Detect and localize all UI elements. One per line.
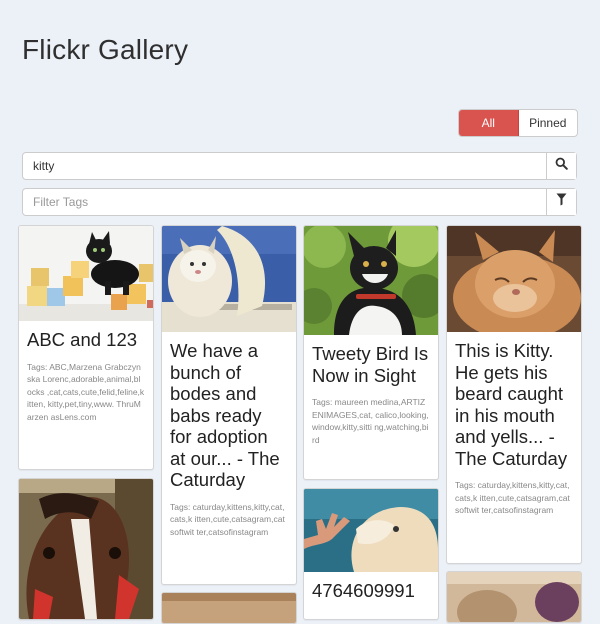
gallery-card[interactable]: 4764609991 xyxy=(303,488,439,620)
card-image xyxy=(447,226,581,332)
card-image xyxy=(19,226,153,321)
card-title: Tweety Bird Is Now in Sight xyxy=(312,343,429,386)
all-button[interactable]: All xyxy=(459,110,519,136)
filter-icon xyxy=(556,193,567,211)
gallery-card[interactable]: Tweety Bird Is Now in Sight Tags: mauree… xyxy=(303,225,439,480)
card-image xyxy=(19,479,153,619)
search-input[interactable] xyxy=(23,153,546,179)
tag-filter-input[interactable] xyxy=(23,189,546,215)
gallery-card[interactable] xyxy=(446,571,582,623)
page-title: Flickr Gallery xyxy=(22,34,189,65)
gallery-card[interactable] xyxy=(18,478,154,620)
card-title: We have a bunch of bodes and babs ready … xyxy=(170,340,280,490)
filter-button[interactable] xyxy=(546,189,576,215)
card-tags: Tags: caturday,kittens,kitty,cat,cats,k … xyxy=(455,480,570,515)
card-image xyxy=(304,226,438,335)
search-button[interactable] xyxy=(546,153,576,179)
card-tags: Tags: maureen medina,ARTIZENIMAGES,cat, … xyxy=(312,397,429,445)
gallery-card[interactable]: ABC and 123 Tags: ABC,Marzena Grabczynsk… xyxy=(18,225,154,470)
search-icon xyxy=(555,157,568,175)
gallery-card[interactable] xyxy=(161,592,297,624)
pinned-button[interactable]: Pinned xyxy=(519,110,578,136)
card-tags: Tags: ABC,Marzena Grabczynska Lorenc,ado… xyxy=(27,361,145,422)
card-image xyxy=(162,593,296,623)
card-title: ABC and 123 xyxy=(27,329,138,350)
card-tags: Tags: caturday,kittens,kitty,cat,cats,k … xyxy=(170,501,285,537)
gallery-card[interactable]: This is Kitty. He gets his beard caught … xyxy=(446,225,582,564)
card-title: 4764609991 xyxy=(312,580,415,601)
tag-filter-bar xyxy=(22,188,577,216)
search-bar xyxy=(22,152,577,180)
gallery-card[interactable]: We have a bunch of bodes and babs ready … xyxy=(161,225,297,585)
card-image xyxy=(447,572,581,622)
view-toggle: All Pinned xyxy=(458,109,578,137)
card-image xyxy=(304,489,438,572)
card-image xyxy=(162,226,296,332)
card-title: This is Kitty. He gets his beard caught … xyxy=(455,340,568,469)
